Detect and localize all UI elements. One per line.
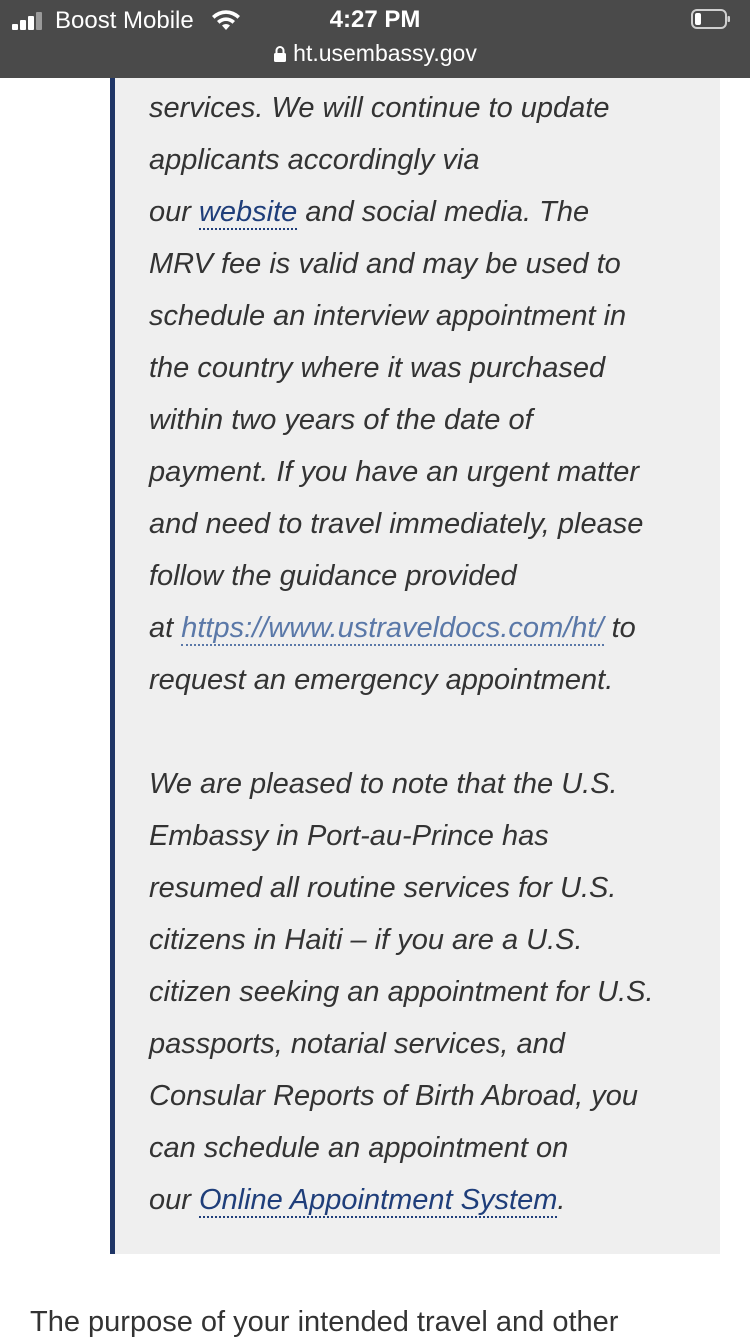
quote-line: applicants accordingly via: [149, 144, 480, 176]
quote-line: within two years of the date of: [149, 404, 533, 436]
quote-line: request an emergency appointment.: [149, 664, 614, 696]
quote-line: our Online Appointment System.: [149, 1174, 709, 1226]
quote-line: citizens in Haiti – if you are a U.S.: [149, 924, 583, 956]
quote-line: schedule an interview appointment in: [149, 300, 627, 332]
blockquote: services. We will continue to update app…: [110, 78, 720, 1254]
quote-line: MRV fee is valid and may be used to: [149, 248, 621, 280]
quote-line: Embassy in Port-au-Prince has: [149, 820, 549, 852]
page-url: ht.usembassy.gov: [293, 40, 477, 66]
quote-line: resumed all routine services for U.S.: [149, 872, 617, 904]
online-appointment-system-link[interactable]: Online Appointment System: [198, 1184, 558, 1218]
status-bar: Boost Mobile 4:27 PM ht.usembassy.gov: [0, 0, 750, 78]
text-fragment: our: [149, 1184, 199, 1216]
quote-line: at https://www.ustraveldocs.com/ht/ to: [149, 602, 709, 654]
quote-line: We are pleased to note that the U.S.: [149, 768, 618, 800]
website-link[interactable]: website: [198, 196, 298, 230]
quote-line: Consular Reports of Birth Abroad, you: [149, 1080, 638, 1112]
text-fragment: our: [149, 196, 199, 228]
ustraveldocs-link[interactable]: https://www.ustraveldocs.com/ht/: [181, 612, 604, 646]
text-fragment: to: [603, 612, 636, 644]
quote-line: services. We will continue to update: [149, 92, 610, 124]
quote-line: our website and social media. The: [149, 186, 709, 238]
lock-icon: [274, 46, 287, 62]
quote-line: follow the guidance provided: [149, 560, 517, 592]
quote-line: and need to travel immediately, please: [149, 508, 644, 540]
body-paragraph: The purpose of your intended travel and …: [30, 1306, 619, 1338]
text-fragment: at: [149, 612, 182, 644]
quote-text: services. We will continue to update app…: [149, 82, 709, 1226]
quote-line: citizen seeking an appointment for U.S.: [149, 976, 654, 1008]
clock: 4:27 PM: [329, 6, 421, 33]
quote-line: payment. If you have an urgent matter: [149, 456, 640, 488]
text-fragment: .: [557, 1184, 566, 1216]
address-bar[interactable]: ht.usembassy.gov: [0, 38, 750, 68]
quote-line: can schedule an appointment on: [149, 1132, 569, 1164]
quote-line: passports, notarial services, and: [149, 1028, 565, 1060]
quote-line: the country where it was purchased: [149, 352, 606, 384]
battery-icon: [691, 9, 730, 29]
text-fragment: and social media. The: [297, 196, 590, 228]
